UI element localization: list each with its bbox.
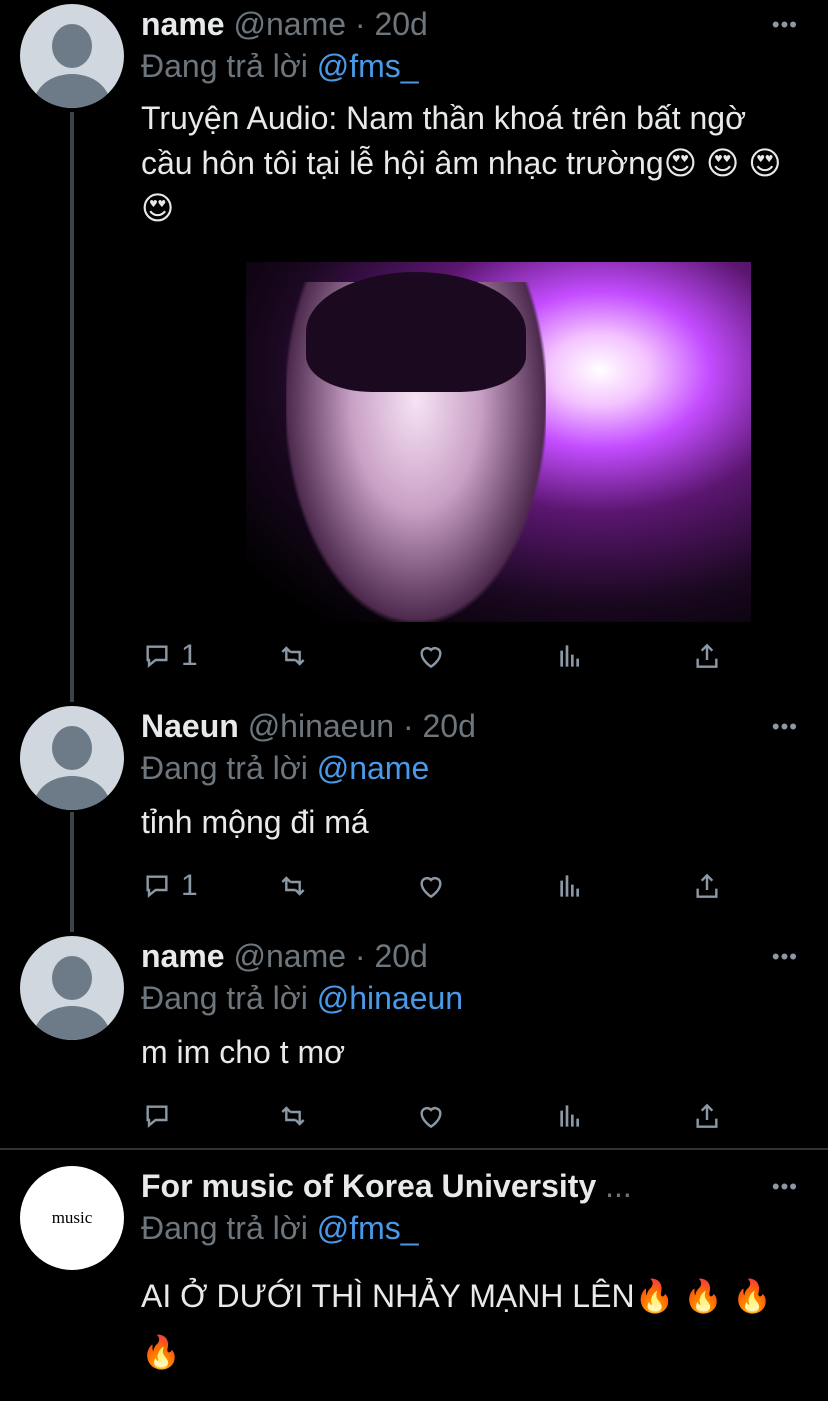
reply-prefix: Đang trả lời	[141, 980, 308, 1016]
like-button[interactable]	[415, 866, 447, 906]
author-handle[interactable]: @name	[233, 6, 346, 42]
author-name[interactable]: Naeun	[141, 708, 239, 744]
like-icon	[420, 1107, 442, 1129]
reply-count: 1	[181, 639, 198, 672]
author-handle[interactable]: @hinaeun	[248, 708, 394, 744]
share-icon	[696, 873, 718, 898]
analytics-icon	[560, 1105, 579, 1127]
share-icon	[696, 1103, 718, 1128]
reply-button[interactable]: 1	[141, 866, 198, 906]
share-button[interactable]	[691, 636, 723, 676]
share-button[interactable]	[691, 1096, 723, 1136]
tweet-3[interactable]: name @name · 20d ••• Đang trả lời @hinae…	[0, 930, 828, 1150]
tweet-1[interactable]: name @name · 20d ••• Đang trả lời @fms_ …	[0, 0, 828, 702]
reply-mention[interactable]: @name	[317, 750, 430, 786]
reply-prefix: Đang trả lời	[141, 1210, 308, 1246]
timestamp[interactable]: · 20d	[403, 708, 476, 744]
reply-button[interactable]	[141, 1096, 181, 1136]
author-handle[interactable]: @name	[233, 938, 346, 974]
more-icon[interactable]: •••	[772, 12, 798, 38]
tweet-2[interactable]: Naeun @hinaeun · 20d ••• Đang trả lời @n…	[0, 700, 828, 932]
retweet-button[interactable]	[277, 866, 309, 906]
share-button[interactable]	[691, 866, 723, 906]
retweet-icon	[281, 646, 305, 666]
tweet-4[interactable]: music For music of Korea University ... …	[0, 1150, 828, 1401]
reply-count: 1	[181, 869, 198, 902]
tweet-media-image[interactable]	[246, 262, 751, 622]
author-handle-truncated: ...	[605, 1168, 632, 1204]
like-button[interactable]	[415, 636, 447, 676]
avatar-default[interactable]	[20, 706, 124, 810]
logo-text: music	[51, 1208, 93, 1227]
like-button[interactable]	[415, 1096, 447, 1136]
reply-prefix: Đang trả lời	[141, 48, 308, 84]
reply-mention[interactable]: @fms_	[317, 48, 419, 84]
analytics-icon	[560, 875, 579, 897]
more-icon[interactable]: •••	[772, 1174, 798, 1200]
reply-button[interactable]: 1	[141, 636, 198, 676]
analytics-button[interactable]	[555, 1096, 587, 1136]
reply-mention[interactable]: @fms_	[317, 1210, 419, 1246]
retweet-button[interactable]	[277, 636, 309, 676]
tweet-text: Truyện Audio: Nam thần khoá trên bất ngờ…	[141, 100, 782, 226]
analytics-button[interactable]	[555, 636, 587, 676]
more-icon[interactable]: •••	[772, 944, 798, 970]
timestamp[interactable]: · 20d	[355, 6, 428, 42]
reply-mention[interactable]: @hinaeun	[317, 980, 463, 1016]
more-icon[interactable]: •••	[772, 714, 798, 740]
author-name[interactable]: For music of Korea University	[141, 1168, 596, 1204]
like-icon	[420, 647, 442, 669]
retweet-button[interactable]	[277, 1096, 309, 1136]
tweet-text: tỉnh mộng đi má	[141, 804, 369, 840]
tweet-text: m im cho t mơ	[141, 1034, 346, 1070]
avatar-default[interactable]	[20, 4, 124, 108]
reply-icon	[146, 645, 168, 668]
reply-icon	[146, 1105, 168, 1128]
analytics-icon	[560, 645, 579, 667]
avatar-default[interactable]	[20, 936, 124, 1040]
thread-line	[70, 812, 74, 932]
author-name[interactable]: name	[141, 6, 225, 42]
tweet-text: AI Ở DƯỚI THÌ NHẢY MẠNH LÊN🔥 🔥 🔥 🔥	[141, 1278, 772, 1370]
thread-line	[70, 112, 74, 702]
avatar-music-logo[interactable]: music	[20, 1166, 124, 1270]
retweet-icon	[281, 876, 305, 896]
author-name[interactable]: name	[141, 938, 225, 974]
reply-prefix: Đang trả lời	[141, 750, 308, 786]
timestamp[interactable]: · 20d	[355, 938, 428, 974]
reply-icon	[146, 875, 168, 898]
retweet-icon	[281, 1106, 305, 1126]
share-icon	[696, 643, 718, 668]
like-icon	[420, 877, 442, 899]
analytics-button[interactable]	[555, 866, 587, 906]
